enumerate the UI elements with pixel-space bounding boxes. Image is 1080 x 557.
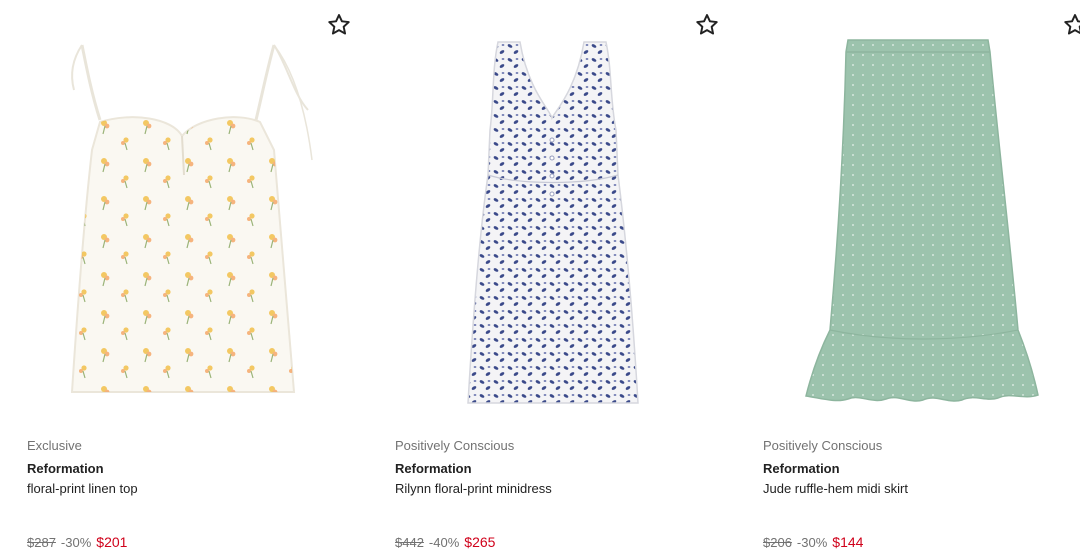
- product-price: $206 -30% $144: [763, 534, 863, 550]
- product-brand[interactable]: Reformation: [27, 461, 104, 476]
- discount-percent: -30%: [60, 535, 92, 550]
- product-price: $287 -30% $201: [27, 534, 127, 550]
- product-price: $442 -40% $265: [395, 534, 495, 550]
- discount-percent: -30%: [796, 535, 828, 550]
- product-label: Positively Conscious: [395, 438, 515, 453]
- star-outline-icon: [328, 14, 350, 35]
- floral-minidress-illustration: [467, 41, 639, 404]
- discount-percent: -40%: [428, 535, 460, 550]
- original-price: $442: [395, 535, 424, 550]
- sale-price: $265: [464, 534, 496, 550]
- midi-skirt-illustration: [805, 39, 1039, 402]
- original-price: $287: [27, 535, 56, 550]
- original-price: $206: [763, 535, 792, 550]
- product-label: Exclusive: [27, 438, 82, 453]
- sale-price: $201: [96, 534, 128, 550]
- star-outline-icon: [696, 14, 718, 35]
- product-brand[interactable]: Reformation: [395, 461, 472, 476]
- product-name[interactable]: floral-print linen top: [27, 481, 138, 496]
- product-card[interactable]: Positively Conscious Reformation Rilynn …: [380, 0, 720, 557]
- wishlist-button[interactable]: [326, 12, 352, 38]
- product-label: Positively Conscious: [763, 438, 883, 453]
- wishlist-button[interactable]: [694, 12, 720, 38]
- product-grid: Exclusive Reformation floral-print linen…: [0, 0, 1080, 557]
- star-outline-icon: [1064, 14, 1080, 35]
- floral-top-illustration: [70, 44, 313, 393]
- product-image[interactable]: [12, 0, 352, 420]
- product-brand[interactable]: Reformation: [763, 461, 840, 476]
- product-name[interactable]: Jude ruffle-hem midi skirt: [763, 481, 908, 496]
- sale-price: $144: [832, 534, 864, 550]
- wishlist-button[interactable]: [1062, 12, 1080, 38]
- product-name[interactable]: Rilynn floral-print minidress: [395, 481, 552, 496]
- product-image[interactable]: [748, 0, 1080, 420]
- product-card[interactable]: Positively Conscious Reformation Jude ru…: [748, 0, 1080, 557]
- product-image[interactable]: [380, 0, 720, 420]
- product-card[interactable]: Exclusive Reformation floral-print linen…: [12, 0, 352, 557]
